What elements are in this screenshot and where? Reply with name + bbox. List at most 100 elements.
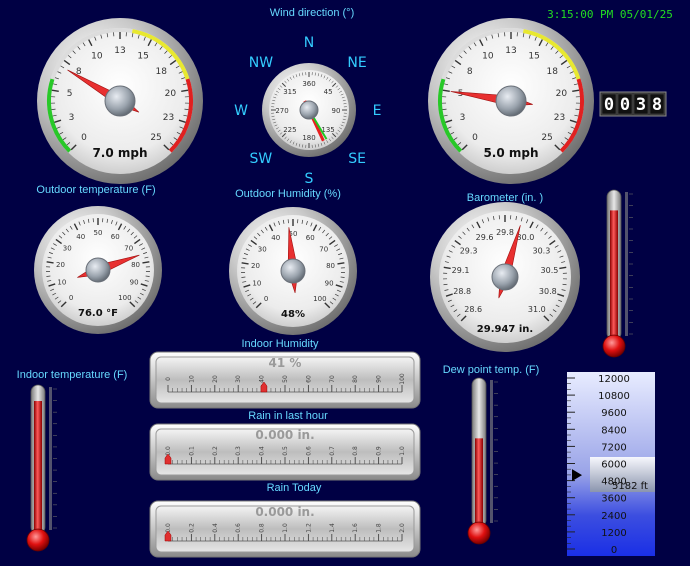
tick-label: 50 xyxy=(94,229,103,237)
tick-label: 20 xyxy=(212,375,219,383)
dashboard-canvas: Wind direction (°) 3:15:00 PM 05/01/25 0… xyxy=(17,7,673,558)
minor-tick xyxy=(575,108,580,110)
minor-tick xyxy=(442,108,447,110)
odometer-digit: 0 xyxy=(620,95,630,115)
tick-label: 31.0 xyxy=(528,305,546,314)
tick-label: 0 xyxy=(81,133,87,143)
minor-tick xyxy=(46,275,51,277)
tick-label: 10 xyxy=(252,280,261,288)
tick-label: 100 xyxy=(399,373,406,385)
compass-point-label: NE xyxy=(347,55,366,71)
odometer-digit: 0 xyxy=(604,95,614,115)
tick-label: 0.8 xyxy=(259,523,266,533)
tick-label: 25 xyxy=(541,133,552,143)
tick-label: 29.3 xyxy=(460,247,478,256)
thermometer-fill xyxy=(610,210,618,344)
cloud-base-readout: 5182 ft xyxy=(612,481,648,492)
timestamp: 3:15:00 PM 05/01/25 xyxy=(547,8,673,21)
outdoor-humidity-gauge: 0102030405060708090100 48% xyxy=(229,207,357,335)
altitude-label: 0 xyxy=(611,545,617,556)
altitude-label: 10800 xyxy=(598,391,630,402)
tick-label: 0.2 xyxy=(212,446,219,456)
minor-tick xyxy=(184,108,189,110)
tick-label: 1.0 xyxy=(282,523,289,533)
dew-point-thermometer xyxy=(467,377,498,545)
minor-tick xyxy=(241,276,246,278)
compass-point-label: N xyxy=(304,35,314,51)
tick-label: 29.1 xyxy=(452,266,470,275)
minor-tick xyxy=(562,283,567,286)
tick-label: 18 xyxy=(547,67,559,77)
altitude-label: 3600 xyxy=(601,494,626,505)
rain-last-hour-readout: 0.000 in. xyxy=(255,428,314,442)
tick-label: 0.6 xyxy=(235,523,242,533)
compass-point-label: SW xyxy=(250,151,273,167)
compass-degree-label: 270 xyxy=(275,107,288,115)
rain-last-hour-title: Rain in last hour xyxy=(248,410,328,422)
compass-point-label: E xyxy=(373,103,382,119)
tick-label: 0 xyxy=(69,294,73,302)
tick-label: 2.0 xyxy=(399,523,406,533)
compass-degree-label: 225 xyxy=(283,126,296,134)
compass-degree-label: 360 xyxy=(302,80,315,88)
odometer-digit: 3 xyxy=(636,95,646,115)
tick-label: 28.8 xyxy=(453,287,471,296)
tick-label: 0.7 xyxy=(329,446,336,456)
barometer-readout: 29.947 in. xyxy=(477,324,533,335)
altitude-label: 1200 xyxy=(601,528,626,539)
minor-tick xyxy=(340,276,345,278)
altitude-label: 6000 xyxy=(601,460,626,471)
tick-label: 90 xyxy=(325,280,334,288)
compass-degree-label: 90 xyxy=(332,107,341,115)
odometer-digit: 8 xyxy=(652,95,662,115)
tick-label: 15 xyxy=(137,52,148,62)
tick-label: 20 xyxy=(56,261,65,269)
rain-last-hour-gauge: 0.000 in. 0.0 0.1 0.2 0.3 0.4 0.5 0.6 0.7 0.8 0.9… xyxy=(149,423,421,481)
tick-label: 3 xyxy=(69,113,75,123)
tick-label: 70 xyxy=(329,375,336,383)
cloud-base-altimeter: 1200010800960084007200600048003600240012… xyxy=(567,372,655,556)
tick-label: 25 xyxy=(150,133,161,143)
tick-label: 20 xyxy=(165,89,177,99)
tick-label: 13 xyxy=(505,46,516,56)
tick-label: 0 xyxy=(472,133,478,143)
tick-label: 70 xyxy=(124,245,133,253)
tick-label: 23 xyxy=(163,113,174,123)
altitude-label: 7200 xyxy=(601,442,626,453)
compass-point-label: NW xyxy=(249,55,273,71)
tick-label: 0.1 xyxy=(188,446,195,456)
outdoor-temperature-title: Outdoor temperature (F) xyxy=(36,184,155,196)
tick-label: 10 xyxy=(57,279,66,287)
tick-label: 10 xyxy=(188,375,195,383)
tick-label: 13 xyxy=(114,46,125,56)
thermometer-fill xyxy=(475,438,483,531)
tick-label: 0.2 xyxy=(188,523,195,533)
tick-label: 40 xyxy=(271,234,280,242)
altitude-label: 8400 xyxy=(601,425,626,436)
wind-gust-gauge: 035810131518202325 5.0 mph xyxy=(428,18,594,184)
dew-point-title: Dew point temp. (F) xyxy=(443,364,540,376)
tick-label: 29.6 xyxy=(476,233,494,242)
tick-label: 100 xyxy=(118,294,131,302)
tick-label: 15 xyxy=(528,52,539,62)
weather-dashboard: Wind direction (°) 3:15:00 PM 05/01/25 0… xyxy=(0,0,690,566)
tick-label: 50 xyxy=(282,375,289,383)
tick-label: 100 xyxy=(313,295,326,303)
right-thermometer xyxy=(602,189,633,358)
tick-label: 20 xyxy=(556,89,568,99)
tick-label: 90 xyxy=(376,375,383,383)
tick-label: 1.6 xyxy=(352,523,359,533)
tick-label: 30.3 xyxy=(532,247,550,256)
tick-label: 3 xyxy=(460,113,466,123)
minor-tick xyxy=(443,283,448,286)
thermometer-fill xyxy=(34,401,42,538)
tick-label: 0.9 xyxy=(376,446,383,456)
altitude-label: 12000 xyxy=(598,374,630,385)
tick-label: 1.8 xyxy=(376,523,383,533)
tick-label: 0.4 xyxy=(212,523,219,533)
tick-label: 30 xyxy=(235,375,242,383)
tick-label: 10 xyxy=(91,52,103,62)
tick-label: 29.8 xyxy=(496,228,514,237)
tick-label: 28.6 xyxy=(464,305,482,314)
gust-readout: 5.0 mph xyxy=(483,146,538,160)
